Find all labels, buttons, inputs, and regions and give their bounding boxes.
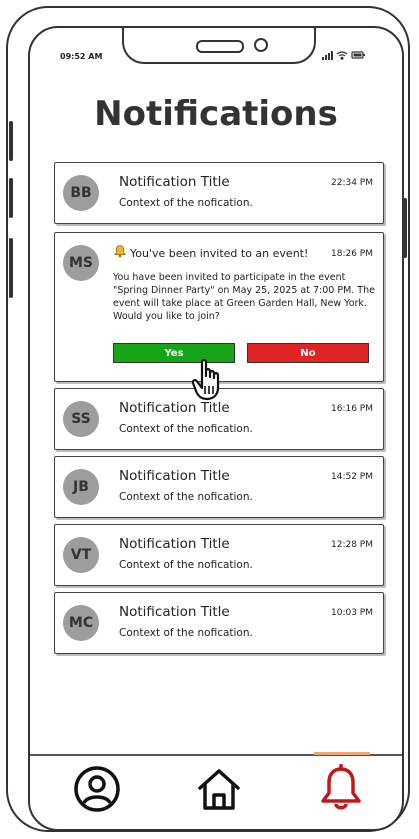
home-icon[interactable] — [194, 764, 244, 814]
wifi-icon — [336, 51, 348, 60]
list-item[interactable]: VT Notification Title 12:28 PM Context o… — [54, 524, 384, 586]
avatar: MS — [63, 245, 99, 281]
camera — [254, 38, 268, 52]
bell-icon[interactable] — [316, 764, 366, 814]
list-item[interactable]: BB Notification Title 22:34 PM Context o… — [54, 162, 384, 224]
notification-context: Context of the nofication. — [119, 559, 253, 571]
notification-time: 14:52 PM — [331, 472, 373, 482]
avatar: JB — [63, 469, 99, 505]
notification-time: 16:16 PM — [331, 404, 373, 414]
list-item[interactable]: MC Notification Title 10:03 PM Context o… — [54, 592, 384, 654]
phone-frame: 09:52 AM Notifications BB Notification T… — [6, 6, 410, 832]
status-time: 09:52 AM — [60, 52, 103, 61]
bell-icon — [113, 245, 127, 258]
list-item[interactable]: JB Notification Title 14:52 PM Context o… — [54, 456, 384, 518]
side-button — [9, 178, 13, 218]
avatar: MC — [63, 605, 99, 641]
speaker — [196, 40, 244, 53]
no-button[interactable]: No — [247, 343, 369, 363]
notification-context: Context of the nofication. — [119, 627, 253, 639]
profile-icon[interactable] — [72, 764, 122, 814]
avatar: BB — [63, 175, 99, 211]
hand-cursor-icon — [192, 359, 220, 401]
side-button — [9, 121, 13, 161]
status-icons — [322, 50, 366, 63]
notification-context: Context of the nofication. — [119, 423, 253, 435]
notification-title: Notification Title — [119, 536, 230, 552]
side-button — [9, 238, 13, 298]
page-title: Notifications — [94, 94, 338, 134]
avatar: VT — [63, 537, 99, 573]
notification-time: 18:26 PM — [331, 249, 373, 259]
avatar: SS — [63, 401, 99, 437]
notification-title: Notification Title — [119, 174, 230, 190]
battery-icon — [351, 51, 365, 59]
notification-title: Notification Title — [119, 604, 230, 620]
notification-title: Notification Title — [119, 400, 230, 416]
notification-time: 12:28 PM — [331, 540, 373, 550]
notch — [122, 28, 316, 64]
signal-icon — [322, 51, 333, 60]
invitation-body: You have been invited to participate in … — [113, 272, 375, 322]
notification-context: Context of the nofication. — [119, 491, 253, 503]
notification-title: Notification Title — [119, 468, 230, 484]
invitation-title: You've been invited to an event! — [130, 247, 309, 260]
phone-screen: 09:52 AM Notifications BB Notification T… — [28, 26, 404, 831]
notification-context: Context of the nofication. — [119, 197, 253, 209]
notification-time: 22:34 PM — [331, 178, 373, 188]
active-tab-indicator — [314, 752, 370, 755]
notification-time: 10:03 PM — [331, 608, 373, 618]
